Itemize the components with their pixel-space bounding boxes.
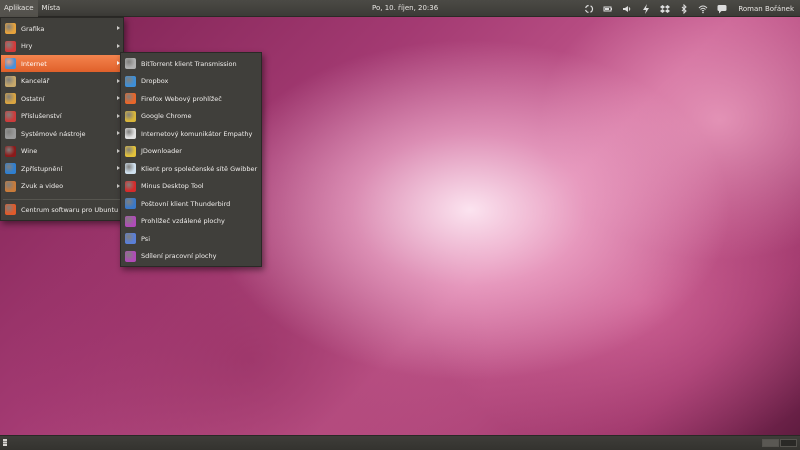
menu-item-label: BitTorrent klient Transmission [141, 59, 237, 68]
dropbox-app-icon [125, 75, 136, 87]
minus-icon [125, 180, 136, 192]
menu-item-label: Firefox Webový prohlížeč [141, 94, 222, 103]
accessories-icon [5, 110, 16, 122]
bottom-panel [0, 435, 800, 450]
menu-item-label: Wine [21, 147, 38, 155]
menu-item-label: Internetový komunikátor Empathy [141, 129, 253, 138]
applications-dropdown: Grafika Hry Internet Kancelář Ostatní Přísluš… [0, 17, 124, 221]
menu-item-accessories[interactable]: Příslušenství [1, 108, 123, 125]
menu-item-label: Dropbox [141, 77, 169, 85]
menu-item-label: JDownloader [141, 147, 182, 155]
top-panel: Aplikace Místa Po, 10. říjen, 20:36 Roma… [0, 0, 800, 17]
dropbox-icon[interactable] [660, 4, 671, 14]
bluetooth-icon[interactable] [679, 3, 689, 14]
menu-item-label: Psi [141, 234, 150, 243]
sound-video-icon [5, 180, 16, 192]
menu-item-thunderbird[interactable]: Poštovní klient Thunderbird [121, 195, 261, 212]
menu-item-label: Minus Desktop Tool [141, 182, 204, 190]
clock[interactable]: Po, 10. říjen, 20:36 [372, 0, 438, 17]
graphics-icon [5, 23, 16, 34]
menu-item-label: Klient pro společenské sítě Gwibber [141, 164, 258, 173]
menu-item-label: Systémové nástroje [21, 129, 86, 138]
menu-item-label: Internet [21, 59, 47, 68]
submenu-arrow-icon [117, 43, 120, 48]
psi-icon [125, 233, 136, 244]
menu-item-software-center[interactable]: Centrum softwaru pro Ubuntu [1, 201, 123, 218]
menu-item-minus[interactable]: Minus Desktop Tool [121, 178, 261, 195]
menu-item-label: Příslušenství [21, 112, 62, 120]
menu-item-label: Prohlížeč vzdálené plochy [141, 217, 225, 225]
remote-viewer-icon [125, 215, 136, 227]
menu-item-wine[interactable]: Wine [1, 143, 123, 160]
volume-icon[interactable] [622, 4, 632, 14]
places-menu[interactable]: Místa [38, 0, 65, 17]
menu-item-gwibber[interactable]: Klient pro společenské sítě Gwibber [121, 160, 261, 177]
wifi-icon[interactable] [698, 4, 708, 14]
transmission-icon [125, 58, 136, 69]
jdownloader-icon [125, 145, 136, 157]
menu-item-label: Sdílení pracovní plochy [141, 252, 217, 260]
software-center-icon [5, 204, 16, 215]
applications-menu[interactable]: Aplikace [0, 0, 38, 17]
menu-item-transmission[interactable]: BitTorrent klient Transmission [121, 55, 261, 72]
system-tray: Roman Bořánek [584, 0, 794, 17]
workspace-1[interactable] [762, 439, 779, 447]
menu-item-firefox[interactable]: Firefox Webový prohlížeč [121, 90, 261, 107]
menu-item-internet[interactable]: Internet [1, 55, 123, 72]
chrome-icon [125, 110, 136, 122]
gwibber-icon [125, 163, 136, 174]
show-desktop-icon[interactable] [3, 439, 7, 446]
workspace-2[interactable] [780, 439, 797, 447]
accessibility-icon [5, 163, 16, 174]
desktop-sharing-icon [125, 250, 136, 262]
menu-item-chrome[interactable]: Google Chrome [121, 108, 261, 125]
menu-item-label: Hry [21, 42, 33, 50]
other-icon [5, 93, 16, 104]
internet-icon [5, 58, 16, 69]
menu-item-sound-video[interactable]: Zvuk a video [1, 178, 123, 195]
empathy-icon [125, 128, 136, 139]
menu-item-accessibility[interactable]: Zpřístupnění [1, 160, 123, 177]
sync-icon[interactable] [584, 4, 594, 14]
menu-item-desktop-sharing[interactable]: Sdílení pracovní plochy [121, 248, 261, 265]
menu-item-label: Centrum softwaru pro Ubuntu [21, 205, 119, 214]
thunderbird-icon [125, 198, 136, 209]
menu-item-system-tools[interactable]: Systémové nástroje [1, 125, 123, 142]
games-icon [5, 40, 16, 52]
menu-item-office[interactable]: Kancelář [1, 73, 123, 90]
chat-icon[interactable] [717, 4, 727, 14]
menu-item-empathy[interactable]: Internetový komunikátor Empathy [121, 125, 261, 142]
user-menu[interactable]: Roman Bořánek [738, 5, 794, 13]
internet-submenu: BitTorrent klient Transmission Dropbox Fir… [120, 52, 262, 267]
system-tools-icon [5, 128, 16, 139]
menu-item-label: Poštovní klient Thunderbird [141, 199, 231, 208]
menu-item-psi[interactable]: Psi [121, 230, 261, 247]
wine-icon [5, 145, 16, 157]
menu-item-label: Zvuk a video [21, 182, 64, 190]
menu-item-other[interactable]: Ostatní [1, 90, 123, 107]
menu-item-label: Grafika [21, 24, 45, 33]
menu-item-label: Google Chrome [141, 112, 192, 120]
thunder-icon[interactable] [641, 3, 651, 14]
menu-item-graphics[interactable]: Grafika [1, 20, 123, 37]
menu-item-label: Zpřístupnění [21, 164, 63, 173]
office-icon [5, 75, 16, 87]
menu-item-jdownloader[interactable]: JDownloader [121, 143, 261, 160]
menu-item-remote-viewer[interactable]: Prohlížeč vzdálené plochy [121, 213, 261, 230]
menu-item-dropbox-app[interactable]: Dropbox [121, 73, 261, 90]
menu-item-games[interactable]: Hry [1, 38, 123, 55]
submenu-arrow-icon [117, 26, 120, 30]
menu-item-label: Kancelář [21, 77, 50, 85]
firefox-icon [125, 93, 136, 104]
menu-separator [3, 199, 121, 200]
battery-icon[interactable] [603, 4, 613, 14]
menu-item-label: Ostatní [21, 94, 45, 103]
